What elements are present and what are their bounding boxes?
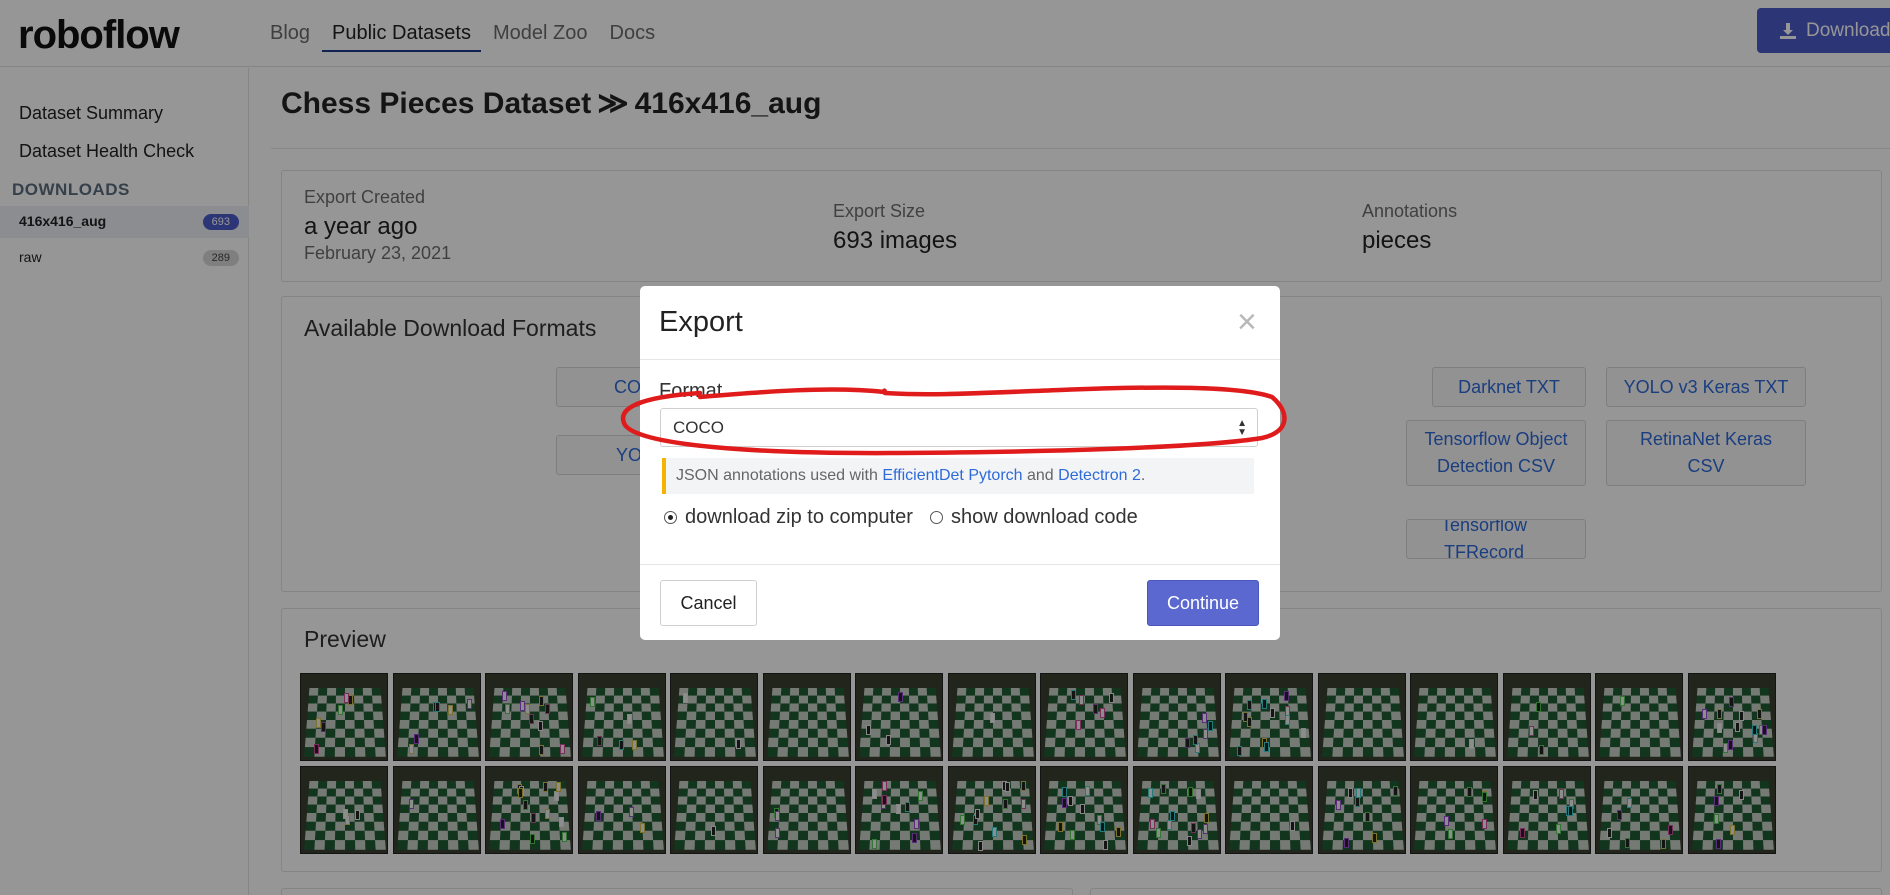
hint-and: and [1022,467,1059,484]
format-label: Format [659,380,723,402]
download-zip-option[interactable]: download zip to computer [664,506,913,529]
modal-header-divider [640,359,1280,360]
format-selected-value: COCO [673,418,724,437]
detectron-link[interactable]: Detectron 2 [1058,467,1141,484]
radio-checked-icon[interactable] [664,511,677,524]
select-arrows-icon: ▲ ▼ [1237,418,1247,438]
download-zip-label: download zip to computer [685,506,913,528]
modal-footer-divider [640,564,1280,565]
format-hint: JSON annotations used with EfficientDet … [662,458,1254,494]
show-code-option[interactable]: show download code [930,506,1138,529]
cancel-button[interactable]: Cancel [660,580,757,626]
continue-button[interactable]: Continue [1147,580,1259,626]
close-icon[interactable]: × [1237,305,1257,339]
format-select[interactable]: COCO ▲ ▼ [660,408,1258,447]
modal-title: Export [659,306,743,338]
efficientdet-link[interactable]: EfficientDet Pytorch [882,467,1022,484]
show-code-label: show download code [951,506,1138,528]
hint-text: JSON annotations used with [676,467,883,484]
hint-end: . [1140,467,1146,484]
radio-unchecked-icon[interactable] [930,511,943,524]
export-modal: Export × Format COCO ▲ ▼ JSON annotations… [640,286,1280,640]
